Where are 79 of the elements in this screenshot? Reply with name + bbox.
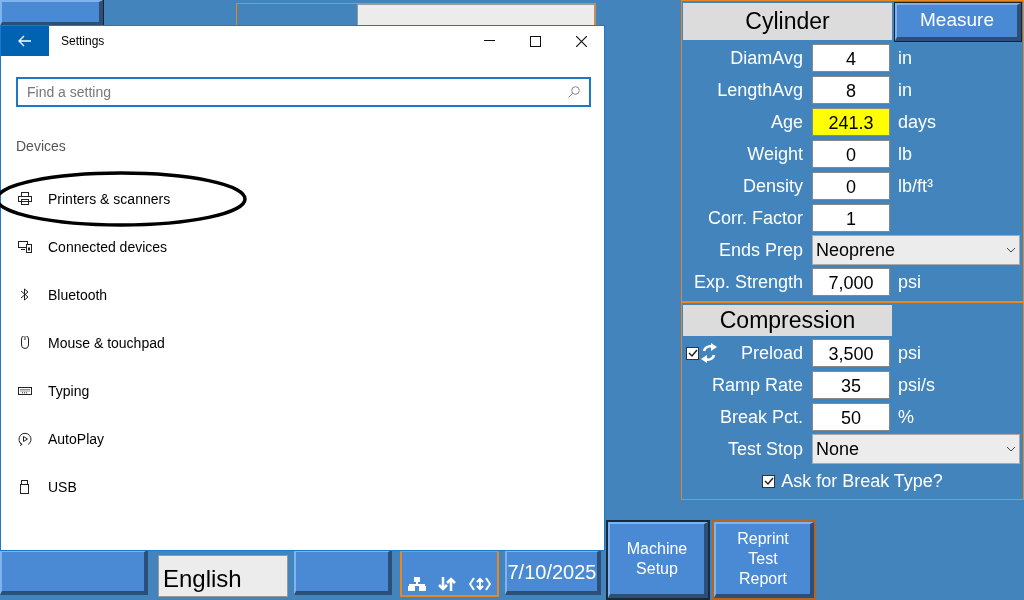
break-type-checkbox[interactable] xyxy=(762,474,776,488)
input-field[interactable]: 3,500 xyxy=(812,339,890,367)
field-label: Test Stop xyxy=(727,437,803,461)
language-dropdown[interactable]: English xyxy=(158,555,288,597)
field-label: Break Pct. xyxy=(719,405,803,429)
section-header: Compression xyxy=(683,304,892,336)
search-icon xyxy=(568,86,580,98)
settings-item[interactable]: Bluetooth xyxy=(1,271,604,319)
devices-icon xyxy=(18,240,32,254)
settings-item[interactable]: Printers & scanners xyxy=(1,175,604,223)
app-button[interactable]: Reprint Test Report xyxy=(714,522,814,598)
search-placeholder: Find a setting xyxy=(27,82,113,102)
field-label: DiamAvg xyxy=(730,46,803,70)
settings-item[interactable]: USB xyxy=(1,463,604,511)
settings-item[interactable]: Mouse & touchpad xyxy=(1,319,604,367)
preload-checkbox[interactable] xyxy=(686,346,699,360)
field-label: Corr. Factor xyxy=(707,206,803,230)
network-icon xyxy=(408,577,427,591)
input-field[interactable]: 35 xyxy=(812,371,890,399)
input-field[interactable]: 0 xyxy=(812,140,890,168)
app-button[interactable]: Machine Setup xyxy=(608,522,708,598)
usb-icon xyxy=(18,480,32,494)
app-button[interactable] xyxy=(294,550,392,595)
settings-item[interactable]: Typing xyxy=(1,367,604,415)
field-label: LengthAvg xyxy=(717,78,803,102)
maximize-icon xyxy=(529,35,541,47)
input-field[interactable]: 1 xyxy=(812,204,890,232)
play-circle-icon xyxy=(18,432,32,446)
mouse-icon xyxy=(18,336,32,350)
checkbox-label: Ask for Break Type? xyxy=(781,469,943,493)
date-button[interactable]: 7/10/2025 xyxy=(505,550,601,595)
field-label: Weight xyxy=(747,142,803,166)
unit-label: days xyxy=(898,110,937,134)
section-header: Cylinder xyxy=(683,3,892,40)
unit-label: in xyxy=(898,78,912,102)
measure-button[interactable]: Measure xyxy=(895,2,1021,41)
unit-label: % xyxy=(898,405,914,429)
input-field[interactable]: 8 xyxy=(812,76,890,104)
dropdown-field[interactable]: None xyxy=(812,434,1020,464)
transfer-arrows-icon xyxy=(438,577,457,591)
unit-label: lb/ft³ xyxy=(898,174,933,198)
app-button[interactable] xyxy=(0,550,148,595)
back-arrow-icon xyxy=(18,35,32,47)
input-field[interactable]: 50 xyxy=(812,403,890,431)
dropdown-field[interactable]: Neoprene xyxy=(812,235,1020,265)
window-title: Settings xyxy=(61,33,105,50)
minimize-icon xyxy=(483,40,495,42)
field-label: Ends Prep xyxy=(718,238,803,262)
input-field[interactable]: 4 xyxy=(812,44,890,72)
field-label: Ramp Rate xyxy=(711,373,803,397)
field-label: Exp. Strength xyxy=(693,270,803,294)
unit-label: psi/s xyxy=(898,373,935,397)
unit-label: psi xyxy=(898,270,921,294)
search-field[interactable]: Find a setting xyxy=(16,77,591,107)
input-field[interactable]: 7,000 xyxy=(812,268,890,296)
settings-item[interactable]: Connected devices xyxy=(1,223,604,271)
printer-icon xyxy=(18,192,32,206)
dropdown-value: Neoprene xyxy=(816,238,896,262)
unit-label: psi xyxy=(898,341,921,365)
chevron-down-icon xyxy=(1006,446,1016,452)
keyboard-icon xyxy=(18,384,32,398)
field-label: Density xyxy=(742,174,803,198)
checkmark-icon xyxy=(687,348,698,358)
field-label: Preload xyxy=(740,341,803,365)
unit-label: in xyxy=(898,46,912,70)
input-field[interactable]: 241.3 xyxy=(812,108,890,136)
chevron-down-icon xyxy=(1006,247,1016,253)
field-label: Age xyxy=(770,110,803,134)
checkmark-icon xyxy=(763,476,774,486)
input-field[interactable]: 0 xyxy=(812,172,890,200)
unit-label: lb xyxy=(898,142,912,166)
back-button[interactable] xyxy=(1,26,49,56)
updown-arrows-icon xyxy=(468,577,491,591)
dropdown-value: None xyxy=(816,437,860,461)
settings-item[interactable]: AutoPlay xyxy=(1,415,604,463)
app-button[interactable] xyxy=(0,0,103,26)
close-icon xyxy=(575,35,587,47)
section-heading: Devices xyxy=(16,137,67,156)
refresh-arrows-icon xyxy=(701,342,717,364)
